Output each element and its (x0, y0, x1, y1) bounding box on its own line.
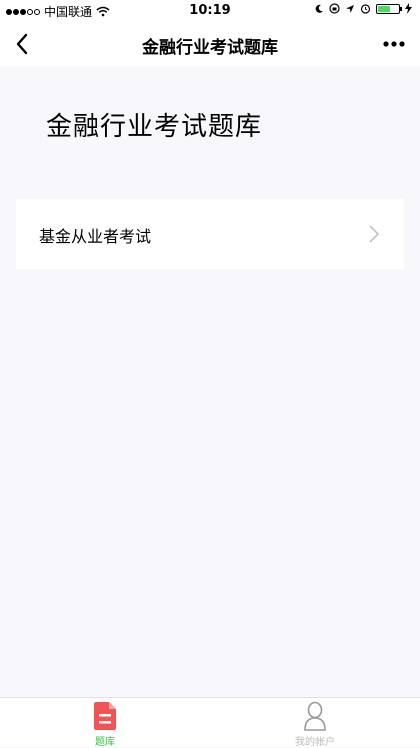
charging-icon (405, 3, 412, 14)
tab-bar: 题库 我的帐户 (0, 697, 420, 748)
status-right (314, 3, 412, 14)
moon-icon (315, 4, 323, 13)
list-item-fund-exam[interactable]: 基金从业者考试 (16, 199, 404, 269)
tab-question-bank[interactable]: 题库 (65, 701, 145, 748)
status-bar: 中国联通 10:19 (0, 0, 420, 22)
battery-icon (376, 3, 402, 14)
rotation-lock-icon (329, 3, 340, 14)
document-icon (94, 702, 116, 730)
more-options-icon[interactable] (380, 32, 408, 56)
tab-my-account[interactable]: 我的帐户 (275, 701, 355, 748)
battery-level (378, 5, 390, 12)
user-icon (304, 701, 326, 731)
chevron-right-icon (369, 225, 379, 243)
page-title: 金融行业考试题库 (46, 112, 263, 142)
nav-title: 金融行业考试题库 (142, 38, 278, 58)
back-arrow-icon[interactable] (10, 30, 38, 58)
list-item-label: 基金从业者考试 (39, 227, 152, 246)
tab-label: 题库 (95, 737, 115, 748)
location-icon (346, 4, 354, 13)
alarm-icon (360, 4, 371, 14)
tab-label: 我的帐户 (295, 737, 335, 748)
navigation-bar: 金融行业考试题库 (0, 22, 420, 66)
